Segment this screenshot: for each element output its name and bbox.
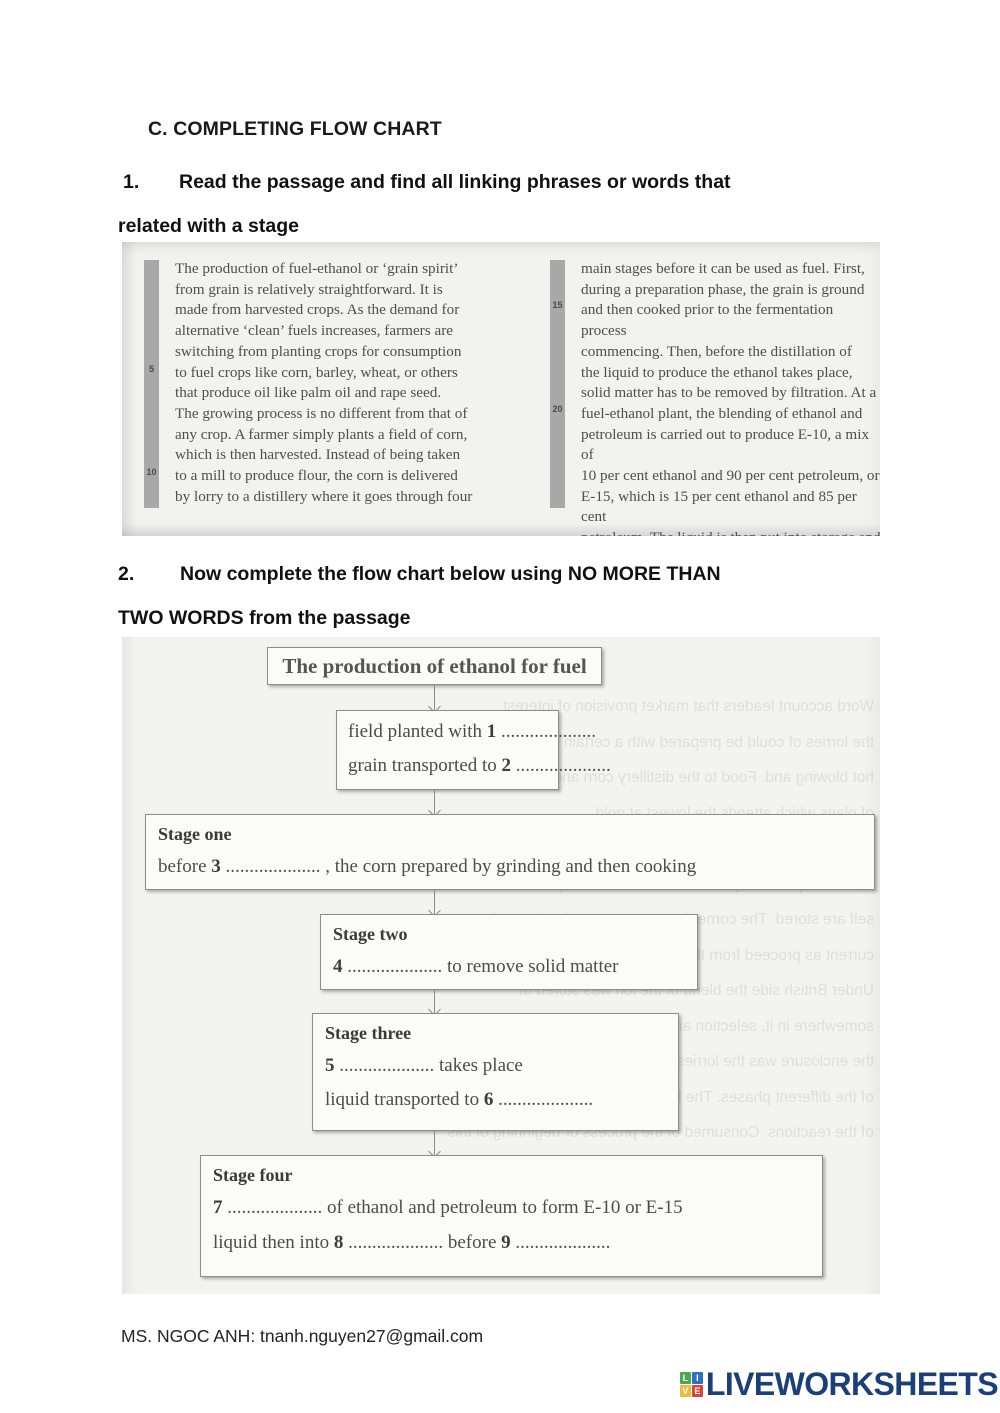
gap-5-suffix: takes place (434, 1055, 523, 1076)
gap-6-prefix: liquid transported to (325, 1089, 484, 1110)
gap-3-blank[interactable]: .................... (221, 856, 321, 877)
logo-tile-e: E (691, 1385, 703, 1397)
gap-6-blank[interactable]: .................... (493, 1089, 593, 1110)
gap-4-blank[interactable]: .................... (343, 956, 442, 977)
flowchart-box-stage-three: Stage three 5 .................... takes… (312, 1013, 679, 1131)
passage-right-line-number-bar (550, 260, 565, 508)
arrow-title-to-intro (434, 685, 435, 710)
section-heading: C. COMPLETING FLOW CHART (148, 118, 442, 140)
flow-chart-image: Word account leaders that market provisi… (122, 637, 880, 1294)
stage-one-label: Stage one (158, 824, 232, 844)
author-credit: MS. NGOC ANH: tnanh.nguyen27@gmail.com (121, 1326, 484, 1346)
stage-four-label: Stage four (213, 1165, 293, 1185)
gap-8-prefix: liquid then into (213, 1232, 334, 1253)
gap-1-blank[interactable]: .................... (496, 721, 596, 742)
passage-left-text: The production of fuel-ethanol or ‘grain… (175, 260, 473, 505)
question-2-number: 2. (118, 563, 135, 585)
flowchart-box-stage-two: Stage two 4 .................... to remo… (320, 914, 698, 990)
gap-9-blank[interactable]: .................... (511, 1232, 610, 1253)
gap-1-prefix: field planted with (348, 721, 487, 742)
liveworksheets-logo-icon: L I V E (679, 1372, 703, 1397)
passage-left-column: 5 10 The production of fuel-ethanol or ‘… (122, 242, 540, 536)
question-1-text: Read the passage and find all linking ph… (179, 171, 731, 193)
flowchart-title-box: The production of ethanol for fuel (267, 647, 602, 685)
liveworksheets-wordmark: LIVEWORKSHEETS (705, 1366, 999, 1402)
flowchart-gap-2-line: grain transported to 2 .................… (348, 755, 611, 776)
question-1: 1. Read the passage and find all linking … (118, 160, 883, 248)
question-1-number: 1. (123, 171, 140, 193)
gap-3-prefix: before (158, 856, 212, 877)
logo-tile-i: I (691, 1372, 703, 1384)
logo-tile-v: V (679, 1385, 691, 1397)
passage-left-line-number-5: 5 (148, 364, 154, 374)
stage-three-label: Stage three (325, 1023, 412, 1043)
flowchart-gap-1-line: field planted with 1 ...................… (348, 721, 596, 742)
reading-passage-image: 5 10 The production of fuel-ethanol or ‘… (122, 242, 880, 536)
flowchart-gap-5-line: 5 .................... takes place (325, 1056, 678, 1075)
flowchart-gap-3-line: before 3 .................... , the corn… (158, 857, 874, 876)
gap-3-suffix: , the corn prepared by grinding and then… (320, 856, 697, 877)
flowchart-gap-7-line: 7 .................... of ethanol and pe… (213, 1198, 822, 1217)
gap-9-number: 9 (501, 1232, 511, 1253)
question-2-line-2: TWO WORDS from the passage (118, 607, 411, 629)
passage-right-column: 15 20 main stages before it can be used … (540, 242, 880, 536)
gap-5-number: 5 (325, 1055, 335, 1076)
gap-3-number: 3 (211, 856, 221, 877)
gap-9-prefix: before (443, 1232, 502, 1253)
gap-7-suffix: of ethanol and petroleum to form E-10 or… (322, 1197, 683, 1218)
question-1-line-1: 1. Read the passage and find all linking … (123, 160, 883, 204)
stage-two-label: Stage two (333, 924, 408, 944)
passage-right-text: main stages before it can be used as fue… (581, 260, 880, 536)
passage-right-line-number-20: 20 (552, 404, 563, 414)
flowchart-box-intro: field planted with 1 ...................… (336, 710, 611, 790)
question-2-line-1: 2. Now complete the flow chart below usin… (118, 552, 888, 596)
liveworksheets-logo[interactable]: L I V E LIVEWORKSHEETS (679, 1366, 999, 1403)
gap-4-suffix: to remove solid matter (442, 956, 619, 977)
gap-2-blank[interactable]: .................... (511, 755, 611, 776)
gap-6-number: 6 (483, 1089, 494, 1110)
arrow-stage-one-to-stage-two (434, 890, 435, 914)
gap-2-number: 2 (501, 755, 512, 776)
gap-1-number: 1 (486, 721, 497, 742)
arrow-stage-three-to-stage-four (434, 1131, 435, 1155)
flowchart-box-stage-one: Stage one before 3 .................... … (145, 814, 875, 890)
flowchart-gap-8-9-line: liquid then into 8 .................... … (213, 1233, 822, 1252)
passage-left-line-number-10: 10 (146, 467, 157, 477)
gap-8-number: 8 (333, 1232, 344, 1253)
gap-2-prefix: grain transported to (348, 755, 502, 776)
question-2-text: Now complete the flow chart below using … (180, 563, 721, 585)
logo-tile-l: L (679, 1372, 691, 1384)
gap-4-number: 4 (333, 956, 343, 977)
gap-5-blank[interactable]: .................... (335, 1055, 434, 1076)
gap-8-blank[interactable]: .................... (343, 1232, 443, 1253)
passage-right-line-number-15: 15 (552, 300, 563, 310)
question-2: 2. Now complete the flow chart below usin… (118, 552, 888, 640)
flowchart-gap-4-line: 4 .................... to remove solid m… (333, 957, 697, 976)
gap-7-number: 7 (213, 1197, 223, 1218)
flowchart-box-stage-four: Stage four 7 .................... of eth… (200, 1155, 823, 1277)
arrow-stage-two-to-stage-three (434, 990, 435, 1013)
arrow-intro-to-stage-one (434, 790, 435, 814)
flowchart-gap-6-line: liquid transported to 6 ................… (325, 1090, 678, 1109)
gap-7-blank[interactable]: .................... (223, 1197, 322, 1218)
flowchart-title-text: The production of ethanol for fuel (282, 653, 587, 678)
